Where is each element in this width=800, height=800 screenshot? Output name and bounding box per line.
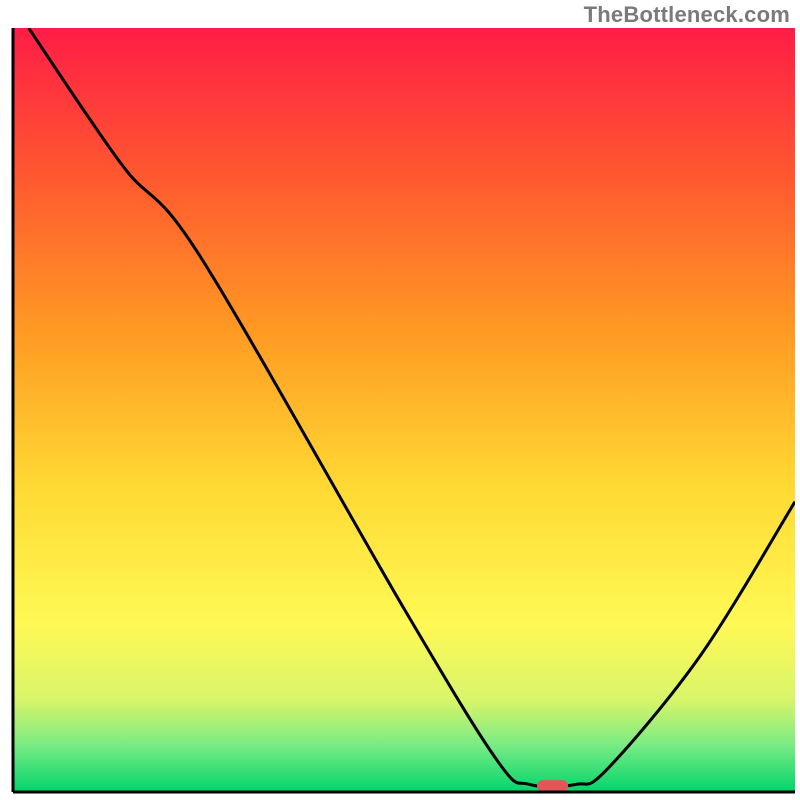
watermark-text: TheBottleneck.com (584, 2, 790, 28)
gradient-background (13, 28, 795, 792)
bottleneck-chart (0, 0, 800, 800)
optimal-marker (537, 780, 568, 791)
chart-container: TheBottleneck.com (0, 0, 800, 800)
